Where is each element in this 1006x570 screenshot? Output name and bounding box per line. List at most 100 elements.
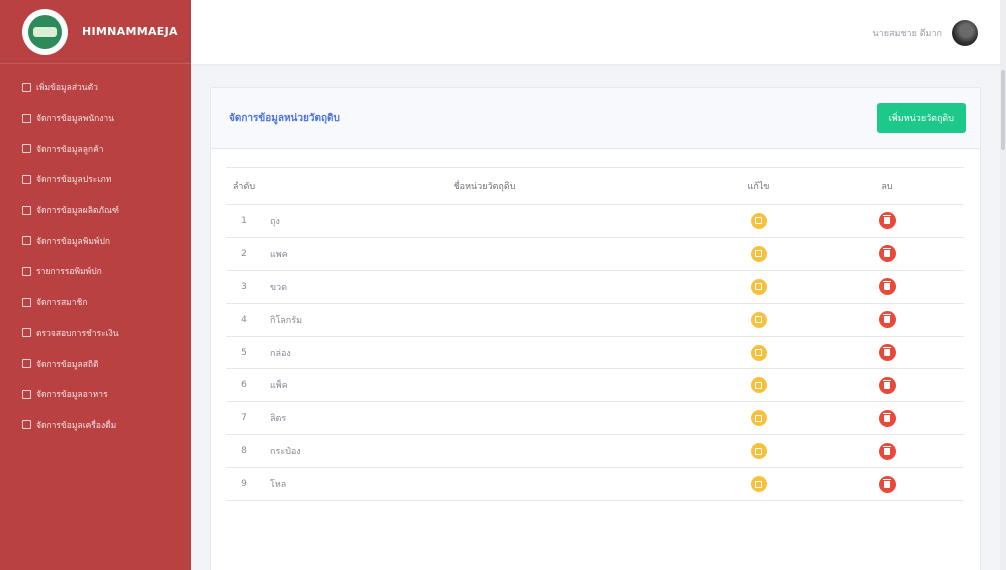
row-number: 3 [226,270,262,304]
sidebar-item-members[interactable]: จัดการสมาชิก [0,287,191,318]
sidebar-item-label: จัดการข้อมูลอาหาร [36,390,108,401]
table-row: 8 กระป๋อง [226,434,964,469]
unit-name: แพ็ค [262,368,707,403]
menu-item-icon [22,236,31,246]
unit-name: โหล [262,467,707,502]
add-unit-button[interactable]: เพิ่มหน่วยวัตถุดิบ [876,103,966,133]
brand-logo-icon [22,8,68,55]
sidebar-item-label: รายการรอพิมพ์ปก [36,267,102,278]
sidebar-item-cover-print[interactable]: จัดการข้อมูลพิมพ์ปก [0,225,191,256]
trash-icon[interactable] [878,376,896,394]
trash-icon[interactable] [878,245,896,263]
edit-icon[interactable] [750,377,767,394]
menu-item-icon [22,297,31,307]
sidebar-item-label: จัดการข้อมูลลูกค้า [36,144,104,155]
menu-item-icon [22,420,31,430]
sidebar-nav: เพิ่มข้อมูลส่วนตัว จัดการข้อมูลพนักงาน จ… [0,64,191,440]
sidebar-item-drinks[interactable]: จัดการข้อมูลเครื่องดื่ม [0,410,191,441]
row-number: 6 [226,368,262,403]
row-number: 4 [226,303,262,337]
sidebar-item-customers[interactable]: จัดการข้อมูลลูกค้า [0,133,191,164]
sidebar-item-label: จัดการข้อมูลผลิตภัณฑ์ [36,206,119,217]
topbar: นายสมชาย ดีมาก [191,0,1006,64]
sidebar-item-label: จัดการข้อมูลเครื่องดื่ม [36,420,117,431]
trash-icon[interactable] [878,442,896,460]
sidebar-item-personal-info[interactable]: เพิ่มข้อมูลส่วนตัว [0,72,191,103]
sidebar-item-label: เพิ่มข้อมูลส่วนตัว [36,83,98,94]
unit-name: ลิตร [262,401,707,436]
sidebar-item-food[interactable]: จัดการข้อมูลอาหาร [0,379,191,410]
column-header-edit: แก้ไข [707,167,810,205]
avatar [952,20,978,46]
trash-icon[interactable] [878,311,896,329]
unit-name: กล่อง [262,336,707,370]
row-number: 7 [226,401,262,436]
page-scrollbar[interactable] [1000,0,1006,570]
table-row: 7 ลิตร [226,401,964,436]
table-row: 9 โหล [226,467,964,502]
sidebar-item-print-queue[interactable]: รายการรอพิมพ์ปก [0,256,191,287]
table-row: 1 ถุง [226,204,964,238]
scrollbar-thumb[interactable] [1001,70,1005,150]
trash-icon[interactable] [878,212,896,230]
unit-table: ลำดับ ชื่อหน่วยวัตถุดิบ แก้ไข ลบ 1 ถุง 2… [226,167,964,502]
menu-item-icon [22,389,31,399]
trash-icon[interactable] [878,409,896,427]
edit-icon[interactable] [750,443,767,460]
unit-name: ถุง [262,204,707,238]
sidebar-item-categories[interactable]: จัดการข้อมูลประเภท [0,164,191,195]
unit-name: กิโลกรัม [262,303,707,337]
unit-management-card: จัดการข้อมูลหน่วยวัตถุดิบ เพิ่มหน่วยวัตถ… [210,87,981,570]
table-row: 6 แพ็ค [226,368,964,403]
edit-icon[interactable] [750,311,767,328]
trash-icon[interactable] [878,475,896,493]
menu-item-icon [22,82,31,92]
sidebar-item-payments[interactable]: ตรวจสอบการชำระเงิน [0,318,191,349]
row-number: 2 [226,237,262,271]
card-header: จัดการข้อมูลหน่วยวัตถุดิบ เพิ่มหน่วยวัตถ… [211,88,980,149]
user-name: นายสมชาย ดีมาก [872,29,942,39]
unit-name: ขวด [262,270,707,304]
menu-item-icon [22,359,31,369]
sidebar-item-label: จัดการข้อมูลสถิติ [36,359,99,370]
table-row: 2 แพค [226,237,964,271]
edit-icon[interactable] [750,410,767,427]
edit-icon[interactable] [750,278,767,295]
sidebar-item-label: ตรวจสอบการชำระเงิน [36,328,119,339]
menu-item-icon [22,174,31,184]
row-number: 5 [226,336,262,370]
menu-item-icon [22,328,31,338]
column-header-name[interactable]: ชื่อหน่วยวัตถุดิบ [262,167,707,205]
edit-icon[interactable] [750,212,767,229]
trash-icon[interactable] [878,278,896,296]
edit-icon[interactable] [750,245,767,262]
edit-icon[interactable] [750,476,767,493]
menu-item-icon [22,266,31,276]
column-header-no[interactable]: ลำดับ [226,167,262,205]
menu-item-icon [22,113,31,123]
trash-icon[interactable] [878,344,896,361]
table-wrapper: ลำดับ ชื่อหน่วยวัตถุดิบ แก้ไข ลบ 1 ถุง 2… [211,149,980,502]
column-header-delete: ลบ [810,167,964,205]
sidebar: HIMNAMMAEJA เพิ่มข้อมูลส่วนตัว จัดการข้อ… [0,0,191,570]
row-number: 9 [226,467,262,502]
table-header-row: ลำดับ ชื่อหน่วยวัตถุดิบ แก้ไข ลบ [226,167,964,205]
sidebar-item-label: จัดการข้อมูลประเภท [36,175,112,186]
unit-name: กระป๋อง [262,434,707,469]
menu-item-icon [22,205,31,215]
row-number: 1 [226,204,262,238]
row-number: 8 [226,434,262,469]
brand-title: HIMNAMMAEJA [82,25,178,38]
sidebar-item-label: จัดการสมาชิก [36,298,88,309]
sidebar-item-statistics[interactable]: จัดการข้อมูลสถิติ [0,348,191,379]
page-title: จัดการข้อมูลหน่วยวัตถุดิบ [229,112,340,124]
sidebar-item-label: จัดการข้อมูลพิมพ์ปก [36,236,111,247]
user-menu[interactable]: นายสมชาย ดีมาก [873,20,978,46]
edit-icon[interactable] [750,344,767,361]
unit-name: แพค [262,237,707,271]
brand[interactable]: HIMNAMMAEJA [0,0,191,64]
sidebar-item-employees[interactable]: จัดการข้อมูลพนักงาน [0,103,191,134]
sidebar-item-label: จัดการข้อมูลพนักงาน [36,114,115,125]
sidebar-item-products[interactable]: จัดการข้อมูลผลิตภัณฑ์ [0,195,191,226]
table-row: 4 กิโลกรัม [226,303,964,337]
